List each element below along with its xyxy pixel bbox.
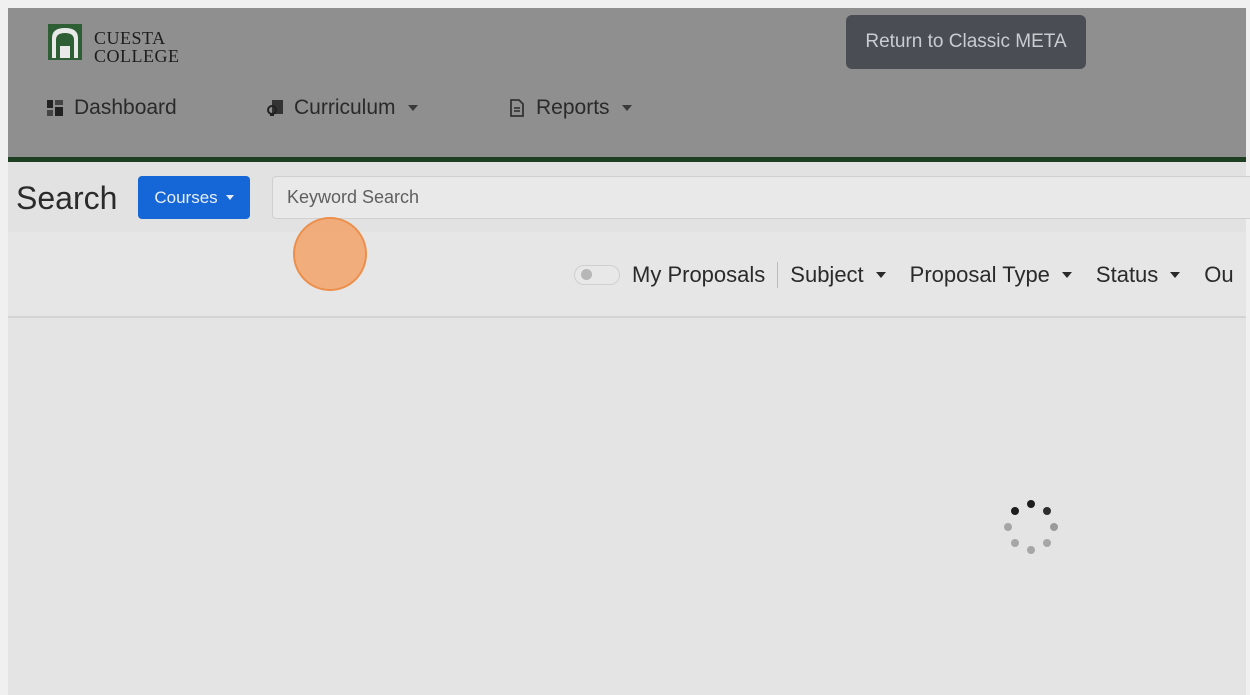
nav-item-dashboard[interactable]: Dashboard <box>46 90 177 126</box>
nav-item-label: Reports <box>536 96 610 119</box>
search-type-label: Courses <box>154 187 218 207</box>
subject-filter-dropdown[interactable]: Subject <box>790 262 886 288</box>
logo-line-2: COLLEGE <box>94 46 180 66</box>
nav-item-label: Curriculum <box>294 96 396 119</box>
loading-spinner-icon <box>1004 500 1058 554</box>
chevron-down-icon <box>225 195 234 200</box>
logo-line-1: CUESTA <box>94 28 166 48</box>
page-title: Search <box>16 180 118 216</box>
toggle-knob <box>581 269 592 280</box>
college-logo[interactable]: CUESTA COLLEGE <box>46 18 196 78</box>
click-indicator <box>293 217 367 291</box>
status-filter-label: Status <box>1095 262 1159 287</box>
reports-icon <box>510 99 524 117</box>
nav-item-reports[interactable]: Reports <box>508 90 632 126</box>
chevron-down-icon <box>1061 272 1072 278</box>
truncated-filter-label: Ou <box>1204 262 1234 287</box>
chevron-down-icon <box>1170 272 1181 278</box>
my-proposals-toggle[interactable] <box>574 265 620 285</box>
search-type-dropdown[interactable]: Courses <box>138 176 250 219</box>
filter-separator <box>777 262 779 288</box>
status-filter-dropdown[interactable]: Status <box>1095 262 1181 288</box>
chevron-down-icon <box>875 272 886 278</box>
filter-bar: My Proposals Subject Proposal Type Statu… <box>8 232 1246 318</box>
nav-item-curriculum[interactable]: Curriculum <box>266 90 418 126</box>
proposal-type-filter-label: Proposal Type <box>909 262 1050 287</box>
main-nav: Dashboard Curriculum Reports <box>8 90 1246 126</box>
proposal-type-filter-dropdown[interactable]: Proposal Type <box>910 262 1072 288</box>
curriculum-icon <box>267 100 283 116</box>
my-proposals-label[interactable]: My Proposals <box>632 262 765 288</box>
keyword-search-input[interactable] <box>272 176 1250 219</box>
search-bar: Search Courses <box>8 162 1250 232</box>
nav-item-label: Dashboard <box>74 96 177 119</box>
chevron-down-icon <box>407 105 418 111</box>
college-logo-icon <box>48 24 82 60</box>
return-to-classic-button[interactable]: Return to Classic META <box>846 15 1086 69</box>
dashboard-icon <box>47 100 63 116</box>
chevron-down-icon <box>621 105 632 111</box>
filter-items: My Proposals Subject Proposal Type Statu… <box>632 260 1234 290</box>
subject-filter-label: Subject <box>790 262 864 287</box>
truncated-filter-dropdown[interactable]: Ou <box>1204 262 1233 288</box>
top-header: CUESTA COLLEGE Return to Classic META Da… <box>8 8 1246 158</box>
